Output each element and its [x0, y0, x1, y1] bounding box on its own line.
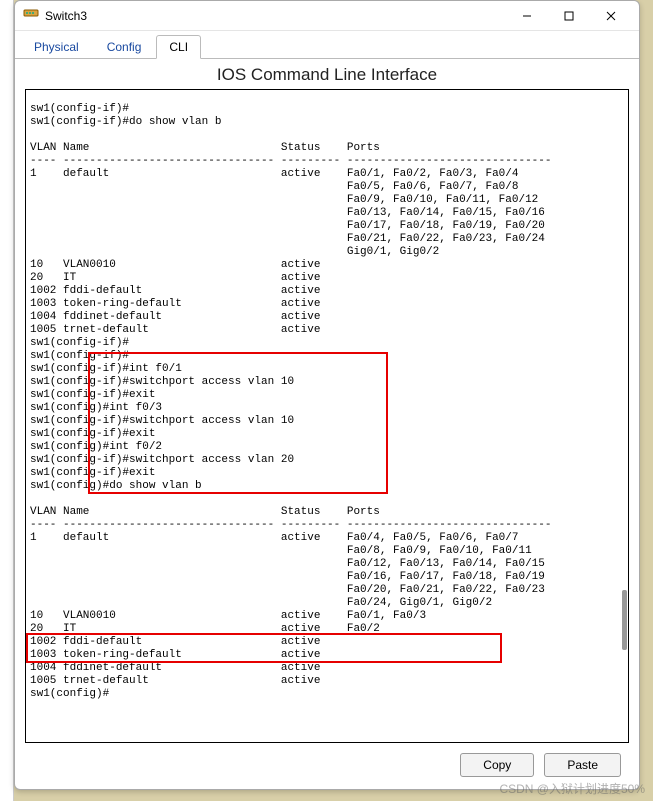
- cli-heading: IOS Command Line Interface: [15, 59, 639, 89]
- switch-icon: [23, 5, 39, 26]
- minimize-icon: [522, 11, 532, 21]
- maximize-icon: [564, 11, 574, 21]
- tab-bar: Physical Config CLI: [15, 31, 639, 59]
- paste-button[interactable]: Paste: [544, 753, 621, 777]
- titlebar: Switch3: [15, 1, 639, 31]
- tab-config[interactable]: Config: [94, 35, 155, 58]
- window-title: Switch3: [45, 9, 507, 23]
- window-controls: [507, 2, 631, 30]
- close-button[interactable]: [591, 2, 631, 30]
- app-window: Switch3 Physical Config CLI IOS Command …: [14, 0, 640, 790]
- tab-cli[interactable]: CLI: [156, 35, 201, 59]
- watermark-text: CSDN @入狱计划进度50%: [499, 780, 645, 797]
- maximize-button[interactable]: [549, 2, 589, 30]
- scrollbar-thumb[interactable]: [622, 590, 627, 650]
- copy-button[interactable]: Copy: [460, 753, 534, 777]
- cli-output[interactable]: sw1(config-if)# sw1(config-if)#do show v…: [26, 101, 628, 703]
- tab-physical[interactable]: Physical: [21, 35, 92, 58]
- background-left-edge: [0, 0, 14, 801]
- cli-output-frame: sw1(config-if)# sw1(config-if)#do show v…: [25, 89, 629, 743]
- minimize-button[interactable]: [507, 2, 547, 30]
- close-icon: [606, 11, 616, 21]
